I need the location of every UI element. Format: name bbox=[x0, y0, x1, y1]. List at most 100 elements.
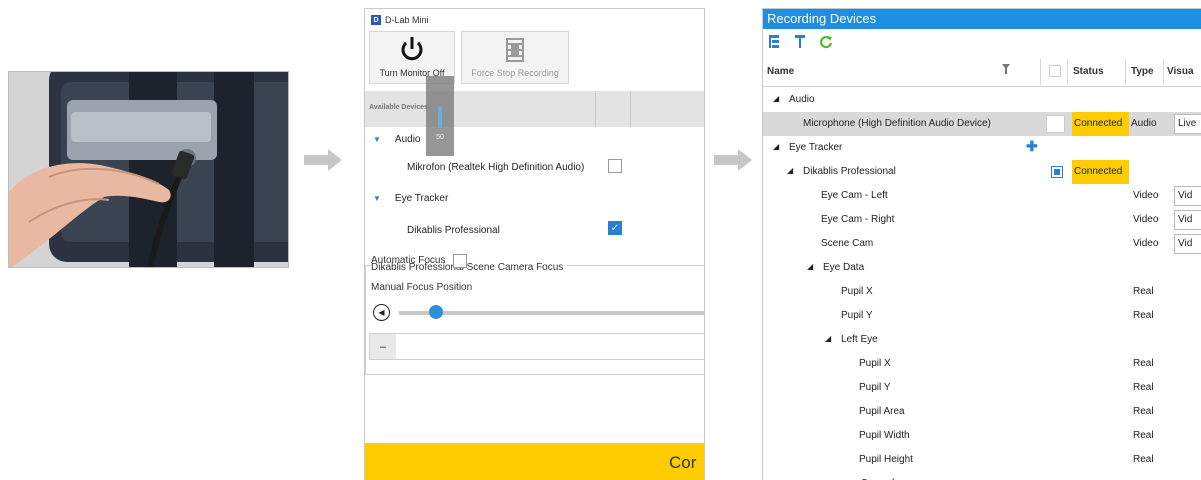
focus-slider-track[interactable] bbox=[399, 311, 704, 315]
row-label: Pupil Y bbox=[859, 382, 891, 393]
column-divider bbox=[630, 91, 631, 127]
expand-triangle-icon[interactable]: ◢ bbox=[825, 334, 831, 343]
volume-value: 50 bbox=[436, 134, 444, 141]
type-cell: Real bbox=[1133, 430, 1154, 441]
toolbar: Turn Monitor Off Force Stop Recording bbox=[369, 31, 569, 84]
table-row[interactable]: ◢ Eye Data bbox=[763, 256, 1201, 280]
row-label: Dikablis Professional bbox=[803, 166, 896, 177]
visualization-dropdown[interactable]: Vid bbox=[1174, 210, 1201, 230]
column-divider bbox=[1067, 59, 1068, 85]
expand-triangle-icon[interactable]: ◢ bbox=[807, 262, 813, 271]
available-devices-label: Available Devices bbox=[369, 104, 428, 111]
visualization-dropdown[interactable]: Vid bbox=[1174, 186, 1201, 206]
table-row[interactable]: ◢ Eye Tracker ✚ bbox=[763, 136, 1201, 160]
table-row[interactable]: Pupil Width Real bbox=[763, 424, 1201, 448]
recording-devices-title: Recording Devices bbox=[763, 9, 1201, 29]
tree-item-eye-tracker[interactable]: ▼ Eye Tracker bbox=[373, 193, 448, 204]
connect-button[interactable]: Cor bbox=[365, 443, 704, 480]
row-label: Pupil X bbox=[841, 286, 873, 297]
tree-item-eye-tracker-label: Eye Tracker bbox=[394, 193, 449, 204]
caret-down-icon[interactable]: ▼ bbox=[373, 194, 381, 203]
tree-item-dikablis: Dikablis Professional bbox=[407, 225, 500, 236]
table-row[interactable]: Pupil X Real bbox=[763, 352, 1201, 376]
tree-item-audio-label: Audio bbox=[394, 134, 421, 145]
row-label: Audio bbox=[789, 94, 815, 105]
volume-slider-popup[interactable]: 50 bbox=[426, 76, 454, 156]
automatic-focus-checkbox[interactable] bbox=[453, 254, 467, 268]
power-icon bbox=[400, 36, 424, 64]
force-stop-recording-button[interactable]: Force Stop Recording bbox=[461, 31, 569, 84]
table-row[interactable]: Microphone (High Definition Audio Device… bbox=[763, 112, 1201, 136]
type-cell: Real bbox=[1133, 454, 1154, 465]
table-row[interactable]: Pupil Area Real bbox=[763, 400, 1201, 424]
row-label: Microphone (High Definition Audio Device… bbox=[803, 118, 991, 129]
window-title: D-Lab Mini bbox=[385, 15, 429, 25]
visualization-dropdown[interactable]: Vid bbox=[1174, 234, 1201, 254]
expand-triangle-icon[interactable]: ◢ bbox=[773, 94, 779, 103]
device-checkbox[interactable] bbox=[1051, 166, 1063, 178]
table-row[interactable]: Pupil Y Real bbox=[763, 304, 1201, 328]
table-row[interactable]: Eye Cam - Left Video Vid bbox=[763, 184, 1201, 208]
table-row[interactable]: Scene Cam Video Vid bbox=[763, 232, 1201, 256]
play-back-icon[interactable]: ◀ bbox=[373, 304, 390, 321]
dlab-mini-window: D D-Lab Mini Turn Monitor Off Force Stop… bbox=[364, 8, 705, 480]
column-header-status[interactable]: Status bbox=[1073, 66, 1104, 77]
device-checkbox[interactable] bbox=[1046, 115, 1065, 133]
type-cell: Real bbox=[1133, 358, 1154, 369]
recording-table-header: Name Status Type Visua bbox=[763, 57, 1201, 87]
collapse-all-icon[interactable] bbox=[795, 35, 805, 54]
row-label: Pupil X bbox=[859, 358, 891, 369]
type-cell: Video bbox=[1133, 190, 1159, 201]
select-all-checkbox[interactable] bbox=[1049, 65, 1061, 77]
row-label: Eye Cam - Left bbox=[821, 190, 888, 201]
plus-icon[interactable]: ✚ bbox=[1026, 138, 1038, 155]
caret-down-icon[interactable]: ▼ bbox=[373, 135, 381, 144]
microphone-checkbox[interactable] bbox=[608, 159, 622, 173]
table-row[interactable]: ◢ Left Eye bbox=[763, 328, 1201, 352]
status-badge: Connected bbox=[1072, 112, 1129, 136]
title-bar: D D-Lab Mini bbox=[365, 9, 704, 31]
filter-icon[interactable] bbox=[1002, 64, 1010, 77]
recording-devices-window: Recording Devices Name Status Type Visua… bbox=[762, 8, 1201, 480]
column-divider bbox=[595, 91, 596, 127]
film-icon bbox=[504, 38, 526, 64]
tree-item-audio[interactable]: ▼ Audio bbox=[373, 134, 421, 145]
row-label: Eye Data bbox=[823, 262, 865, 273]
type-cell: Video bbox=[1133, 214, 1159, 225]
column-header-name[interactable]: Name bbox=[767, 66, 794, 77]
column-header-type[interactable]: Type bbox=[1131, 66, 1154, 77]
column-divider bbox=[1040, 59, 1041, 85]
expand-triangle-icon[interactable]: ◢ bbox=[787, 166, 793, 175]
type-cell: Real bbox=[1133, 406, 1154, 417]
refresh-icon[interactable] bbox=[819, 35, 833, 54]
checkmark-icon: ✓ bbox=[610, 222, 620, 234]
focus-slider-thumb[interactable] bbox=[429, 305, 443, 319]
type-cell: Video bbox=[1133, 238, 1159, 249]
decrement-button[interactable]: – bbox=[370, 334, 396, 359]
tree-item-dikablis-label: Dikablis Professional bbox=[407, 225, 500, 236]
row-label: Eye Cam - Right bbox=[821, 214, 895, 225]
row-label: Pupil Width bbox=[859, 430, 910, 441]
row-label: Pupil Height bbox=[859, 454, 913, 465]
table-row[interactable]: Eye Cam - Right Video Vid bbox=[763, 208, 1201, 232]
column-divider bbox=[1125, 59, 1126, 85]
row-label: Left Eye bbox=[841, 334, 878, 345]
cable-plug-photo bbox=[9, 72, 288, 267]
focus-value-box[interactable]: – bbox=[369, 333, 704, 360]
table-row[interactable]: ◢Saccades bbox=[763, 472, 1201, 480]
visualization-dropdown[interactable]: Live bbox=[1174, 114, 1201, 134]
row-label: Eye Tracker bbox=[789, 142, 843, 153]
expand-triangle-icon[interactable]: ◢ bbox=[773, 142, 779, 151]
expand-all-icon[interactable] bbox=[769, 35, 781, 54]
automatic-focus-text: Automatic Focus bbox=[371, 255, 446, 266]
volume-track[interactable] bbox=[438, 106, 442, 128]
available-devices-header: Available Devices bbox=[365, 91, 704, 127]
column-header-visual[interactable]: Visua bbox=[1167, 66, 1194, 77]
table-row[interactable]: Pupil Y Real bbox=[763, 376, 1201, 400]
table-row[interactable]: Pupil Height Real bbox=[763, 448, 1201, 472]
table-row[interactable]: ◢ Dikablis Professional Connected bbox=[763, 160, 1201, 184]
dikablis-checkbox[interactable]: ✓ bbox=[608, 221, 622, 235]
table-row[interactable]: ◢ Audio bbox=[763, 88, 1201, 112]
table-row[interactable]: Pupil X Real bbox=[763, 280, 1201, 304]
column-divider bbox=[1163, 59, 1164, 85]
